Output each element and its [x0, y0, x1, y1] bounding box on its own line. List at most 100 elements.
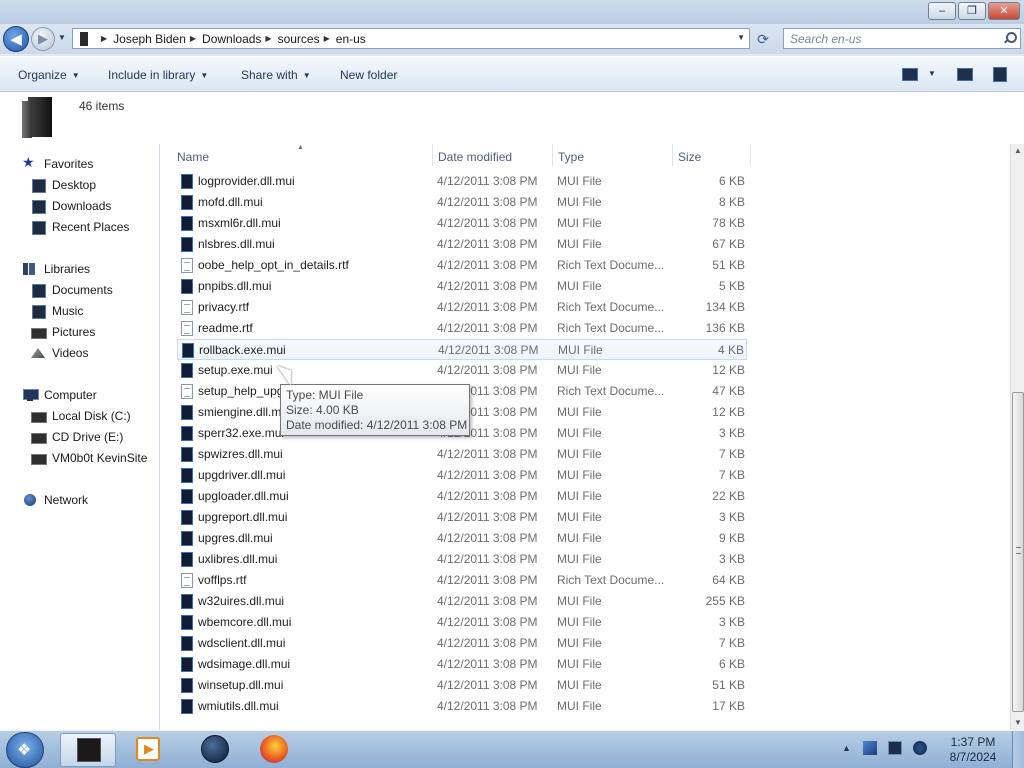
file-row[interactable]: w32uires.dll.mui 4/12/2011 3:08 PM MUI Fil… — [177, 591, 747, 612]
minimize-button[interactable]: – — [928, 2, 956, 20]
nav-cd-drive[interactable]: CD Drive (E:) — [30, 428, 123, 446]
change-view-icon[interactable] — [902, 68, 918, 81]
network-status-icon[interactable] — [887, 741, 902, 755]
scroll-down-icon[interactable]: ▼ — [1014, 718, 1022, 727]
address-history-dropdown[interactable]: ▼ — [737, 33, 745, 42]
back-button[interactable]: ◀ — [3, 26, 29, 52]
file-row[interactable]: upgdriver.dll.mui 4/12/2011 3:08 PM MUI Fi… — [177, 465, 747, 486]
column-type[interactable]: Type — [558, 150, 584, 164]
refresh-button[interactable]: ⟳ — [752, 29, 774, 49]
file-row[interactable]: rollback.exe.mui 4/12/2011 3:08 PM MUI Fil… — [177, 339, 747, 360]
vertical-scrollbar[interactable]: ▲ ▼ — [1010, 144, 1024, 730]
file-row[interactable]: upgreport.dll.mui 4/12/2011 3:08 PM MUI Fi… — [177, 507, 747, 528]
file-row[interactable]: upgloader.dll.mui 4/12/2011 3:08 PM MUI Fi… — [177, 486, 747, 507]
nav-pictures[interactable]: Pictures — [30, 323, 95, 341]
recent-pages-dropdown[interactable]: ▼ — [58, 33, 66, 42]
organize-button[interactable]: Organize ▼ — [18, 68, 80, 82]
address-bar[interactable]: ▶ Joseph Biden ▶ Downloads ▶ sources ▶ e… — [72, 28, 750, 49]
column-size[interactable]: Size — [678, 150, 701, 164]
nav-computer-label: Computer — [44, 388, 97, 402]
start-button[interactable] — [6, 732, 44, 768]
items-count: 46 items — [79, 99, 125, 113]
file-row[interactable]: wdsclient.dll.mui 4/12/2011 3:08 PM MUI Fi… — [177, 633, 747, 654]
column-divider[interactable] — [672, 144, 673, 166]
recent-places-icon — [30, 220, 46, 235]
file-row[interactable]: upgres.dll.mui 4/12/2011 3:08 PM MUI File 9… — [177, 528, 747, 549]
close-button[interactable]: ✕ — [988, 2, 1020, 20]
show-desktop-button[interactable] — [1012, 731, 1024, 768]
file-row[interactable]: uxlibres.dll.mui 4/12/2011 3:08 PM MUI Fil… — [177, 549, 747, 570]
tooltip-size: Size: 4.00 KB — [286, 403, 359, 417]
taskbar-explorer[interactable] — [60, 733, 116, 767]
file-row[interactable]: setup.exe.mui 4/12/2011 3:08 PM MUI File 12… — [177, 360, 747, 381]
forward-button[interactable]: ▶ — [31, 27, 55, 51]
file-row[interactable]: oobe_help_opt_in_details.rtf 4/12/2011 3:… — [177, 255, 747, 276]
breadcrumb-downloads[interactable]: Downloads — [202, 32, 261, 46]
breadcrumb-en-us[interactable]: en-us — [336, 32, 366, 46]
nav-favorites[interactable]: Favorites — [22, 154, 93, 173]
column-divider[interactable] — [432, 144, 433, 166]
file-row[interactable]: vofflps.rtf 4/12/2011 3:08 PM Rich Text Do… — [177, 570, 747, 591]
file-row[interactable]: nlsbres.dll.mui 4/12/2011 3:08 PM MUI File… — [177, 234, 747, 255]
nav-videos[interactable]: Videos — [30, 344, 88, 362]
column-name[interactable]: Name — [177, 150, 209, 164]
nav-libraries[interactable]: Libraries — [22, 260, 90, 278]
nav-local-disk[interactable]: Local Disk (C:) — [30, 407, 131, 425]
file-size: 3 KB — [718, 552, 745, 566]
nav-network[interactable]: Network — [22, 491, 88, 509]
file-type: MUI File — [557, 489, 602, 503]
nav-recent-places[interactable]: Recent Places — [30, 218, 129, 236]
nav-desktop[interactable]: Desktop — [30, 176, 96, 194]
chevron-right-icon[interactable]: ▶ — [324, 34, 330, 43]
file-row[interactable]: wbemcore.dll.mui 4/12/2011 3:08 PM MUI Fil… — [177, 612, 747, 633]
nav-downloads[interactable]: Downloads — [30, 197, 111, 215]
file-size: 3 KB — [718, 426, 745, 440]
search-input[interactable]: Search en-us — [783, 28, 1021, 49]
taskbar-media-player[interactable] — [120, 733, 176, 767]
chevron-right-icon[interactable]: ▶ — [101, 34, 107, 43]
new-folder-button[interactable]: New folder — [340, 68, 397, 82]
file-type: MUI File — [557, 657, 602, 671]
file-name: privacy.rtf — [198, 300, 250, 314]
nav-music[interactable]: Music — [30, 302, 83, 320]
file-row[interactable]: logprovider.dll.mui 4/12/2011 3:08 PM MUI … — [177, 171, 747, 192]
clock[interactable]: 1:37 PM 8/7/2024 — [940, 735, 1006, 765]
file-row[interactable]: wdsimage.dll.mui 4/12/2011 3:08 PM MUI Fil… — [177, 654, 747, 675]
chevron-right-icon[interactable]: ▶ — [190, 34, 196, 43]
show-hidden-icons-icon[interactable]: ▲ — [842, 743, 851, 753]
preview-pane-icon[interactable] — [957, 68, 973, 81]
scrollbar-thumb[interactable] — [1012, 392, 1024, 712]
scroll-up-icon[interactable]: ▲ — [1014, 146, 1022, 155]
column-divider[interactable] — [552, 144, 553, 166]
file-row[interactable]: pnpibs.dll.mui 4/12/2011 3:08 PM MUI File 5… — [177, 276, 747, 297]
file-row[interactable]: mofd.dll.mui 4/12/2011 3:08 PM MUI File 8 K… — [177, 192, 747, 213]
chevron-right-icon[interactable]: ▶ — [265, 34, 271, 43]
file-date-modified: 4/12/2011 3:08 PM — [437, 510, 538, 524]
file-row[interactable]: wmiutils.dll.mui 4/12/2011 3:08 PM MUI Fil… — [177, 696, 747, 717]
column-date-modified[interactable]: Date modified — [438, 150, 512, 164]
file-row[interactable]: spwizres.dll.mui 4/12/2011 3:08 PM MUI Fil… — [177, 444, 747, 465]
maximize-button[interactable]: ❐ — [958, 2, 986, 20]
include-in-library-button[interactable]: Include in library ▼ — [108, 68, 208, 82]
breadcrumb-joseph-biden[interactable]: Joseph Biden — [113, 32, 186, 46]
file-date-modified: 4/12/2011 3:08 PM — [437, 489, 538, 503]
nav-vm-share[interactable]: VM0b0t KevinSite — [30, 449, 147, 467]
file-row[interactable]: msxml6r.dll.mui 4/12/2011 3:08 PM MUI File… — [177, 213, 747, 234]
volume-icon[interactable] — [912, 741, 927, 755]
file-row[interactable]: winsetup.dll.mui 4/12/2011 3:08 PM MUI Fil… — [177, 675, 747, 696]
more-views-dropdown[interactable]: ▼ — [928, 69, 936, 78]
file-row[interactable]: privacy.rtf 4/12/2011 3:08 PM Rich Text Do… — [177, 297, 747, 318]
mui-file-icon — [181, 594, 193, 609]
nav-documents[interactable]: Documents — [30, 281, 113, 299]
share-with-button[interactable]: Share with ▼ — [241, 68, 311, 82]
column-divider[interactable] — [750, 144, 751, 166]
taskbar-firefox[interactable] — [246, 733, 302, 767]
file-type: Rich Text Docume... — [557, 573, 665, 587]
search-icon[interactable] — [1003, 32, 1017, 44]
nav-computer[interactable]: Computer — [22, 386, 97, 404]
action-center-icon[interactable] — [862, 741, 877, 755]
taskbar-browser[interactable] — [185, 733, 241, 767]
file-row[interactable]: readme.rtf 4/12/2011 3:08 PM Rich Text Doc… — [177, 318, 747, 339]
help-icon[interactable] — [993, 67, 1007, 82]
breadcrumb-sources[interactable]: sources — [278, 32, 320, 46]
